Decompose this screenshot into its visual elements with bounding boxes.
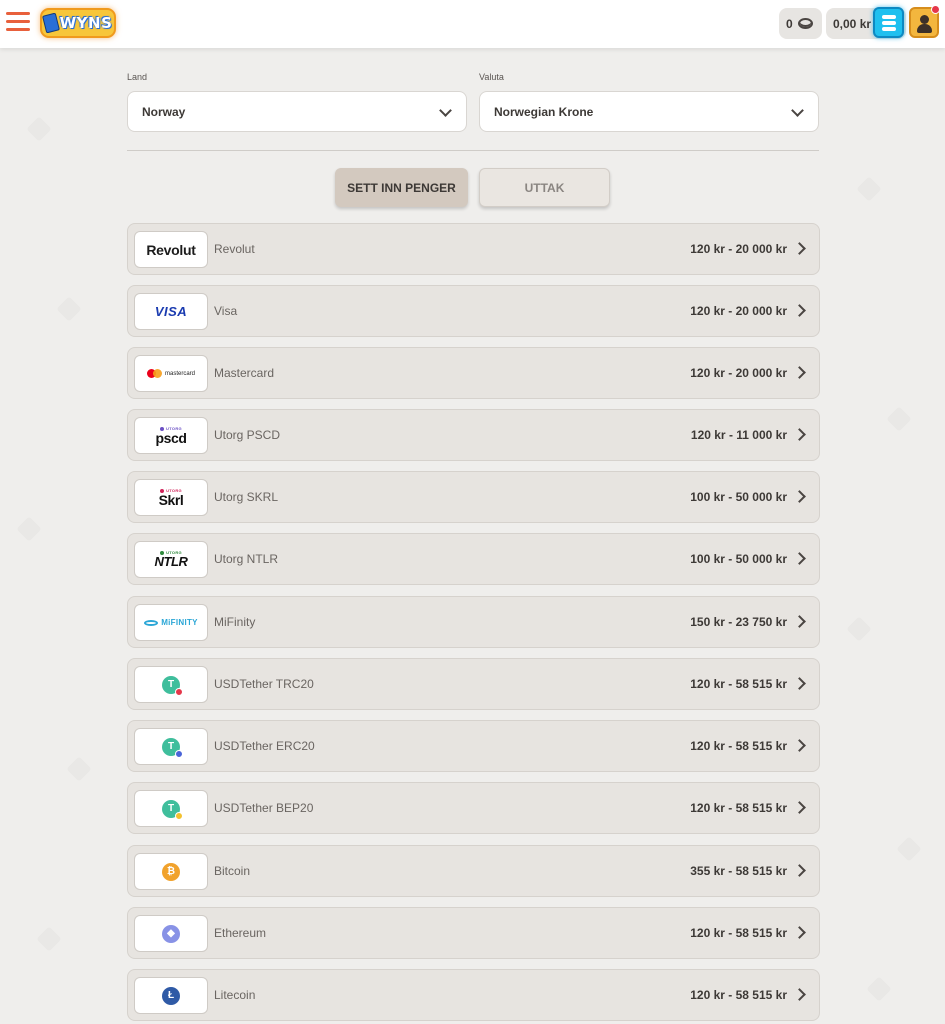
chevron-right-icon <box>793 615 806 628</box>
ethereum-logo: ◆ <box>134 915 208 952</box>
payment-method-limits: 100 kr - 50 000 kr <box>690 552 787 566</box>
usdt-trc20-logo: T <box>134 666 208 703</box>
wyns-logo[interactable]: WYNS <box>40 8 116 38</box>
payment-method-litecoin[interactable]: Ł Litecoin 120 kr - 58 515 kr <box>127 969 820 1021</box>
payment-method-name: Utorg SKRL <box>214 490 279 504</box>
divider <box>127 150 819 151</box>
chevron-right-icon <box>793 242 806 255</box>
payment-method-limits: 120 kr - 11 000 kr <box>690 428 787 442</box>
payment-method-name: USDTether ERC20 <box>214 739 315 753</box>
payment-method-name: Revolut <box>214 242 255 256</box>
payment-method-revolut[interactable]: Revolut Revolut 120 kr - 20 000 kr <box>127 223 820 275</box>
payment-method-limits: 120 kr - 58 515 kr <box>690 926 787 940</box>
user-icon <box>920 15 929 24</box>
chevron-right-icon <box>793 801 806 814</box>
payment-method-name: MiFinity <box>214 615 256 629</box>
payment-method-limits: 120 kr - 20 000 kr <box>690 304 787 318</box>
country-value: Norway <box>142 104 186 119</box>
payment-method-limits: 120 kr - 58 515 kr <box>690 739 787 753</box>
utorg-ntlr-logo: UTORG NTLR <box>134 541 208 578</box>
chevron-right-icon <box>793 490 806 503</box>
payment-method-limits: 100 kr - 50 000 kr <box>690 490 787 504</box>
bitcoin-icon: ₿ <box>162 862 180 881</box>
chevron-right-icon <box>793 926 806 939</box>
chevron-right-icon <box>793 864 806 877</box>
payment-method-usdt-bep20[interactable]: T USDTether BEP20 120 kr - 58 515 kr <box>127 782 820 834</box>
payment-method-name: Ethereum <box>214 926 267 940</box>
mifinity-wave-icon <box>144 619 159 626</box>
tether-icon: T <box>162 675 183 696</box>
payment-method-mifinity[interactable]: MiFINITY MiFinity 150 kr - 23 750 kr <box>127 596 820 648</box>
chevron-down-icon <box>439 104 452 117</box>
payment-method-name: Mastercard <box>214 366 275 380</box>
profile-button[interactable] <box>909 5 940 38</box>
chevron-right-icon <box>793 552 806 565</box>
mastercard-circles-icon <box>146 369 162 378</box>
mifinity-logo: MiFINITY <box>134 604 208 641</box>
coins-icon <box>797 18 813 29</box>
tether-icon: T <box>162 737 183 758</box>
payment-method-bitcoin[interactable]: ₿ Bitcoin 355 kr - 58 515 kr <box>127 845 820 897</box>
chevron-right-icon <box>793 677 806 690</box>
payment-method-limits: 120 kr - 58 515 kr <box>690 988 787 1002</box>
payment-method-name: Litecoin <box>214 988 256 1002</box>
visa-logo: VISA <box>134 293 208 330</box>
payment-method-name: Visa <box>214 304 238 318</box>
payment-method-mastercard[interactable]: mastercard Mastercard 120 kr - 20 000 kr <box>127 347 820 399</box>
payment-method-limits: 120 kr - 58 515 kr <box>690 677 787 691</box>
payment-method-limits: 120 kr - 58 515 kr <box>690 801 787 815</box>
tab-deposit[interactable]: SETT INN PENGER <box>335 168 468 207</box>
currency-label: Valuta <box>479 72 504 82</box>
chevron-right-icon <box>793 739 806 752</box>
wallet-coins-icon <box>881 14 896 19</box>
payment-method-usdt-trc20[interactable]: T USDTether TRC20 120 kr - 58 515 kr <box>127 658 820 710</box>
chevron-right-icon <box>793 366 806 379</box>
payment-method-name: Bitcoin <box>214 864 251 878</box>
payment-method-limits: 120 kr - 20 000 kr <box>690 366 787 380</box>
utorg-pscd-logo: UTORG pscd <box>134 417 208 454</box>
chevron-down-icon <box>791 104 804 117</box>
payment-method-utorg-skrl[interactable]: UTORG Skrl Utorg SKRL 100 kr - 50 000 kr <box>127 471 820 523</box>
litecoin-logo: Ł <box>134 977 208 1014</box>
revolut-logo: Revolut <box>134 231 208 268</box>
payment-method-visa[interactable]: VISA Visa 120 kr - 20 000 kr <box>127 285 820 337</box>
balance-value: 0,00 kr <box>833 16 872 31</box>
chevron-right-icon <box>793 988 806 1001</box>
litecoin-icon: Ł <box>162 986 180 1005</box>
tab-withdraw[interactable]: UTTAK <box>479 168 610 207</box>
usdt-bep20-logo: T <box>134 790 208 827</box>
payment-method-utorg-pscd[interactable]: UTORG pscd Utorg PSCD 120 kr - 11 000 kr <box>127 409 820 461</box>
country-label: Land <box>127 72 148 82</box>
chevron-right-icon <box>793 428 806 441</box>
chevron-right-icon <box>793 304 806 317</box>
ethereum-icon: ◆ <box>162 924 180 943</box>
top-bar: WYNS 0 0,00 kr <box>0 0 945 48</box>
bitcoin-logo: ₿ <box>134 853 208 890</box>
payment-method-name: USDTether BEP20 <box>214 801 314 815</box>
usdt-erc20-logo: T <box>134 728 208 765</box>
payment-method-utorg-ntlr[interactable]: UTORG NTLR Utorg NTLR 100 kr - 50 000 kr <box>127 533 820 585</box>
payment-method-limits: 120 kr - 20 000 kr <box>690 242 787 256</box>
tether-icon: T <box>162 799 183 820</box>
notification-badge <box>931 5 940 14</box>
payment-method-ethereum[interactable]: ◆ Ethereum 120 kr - 58 515 kr <box>127 907 820 959</box>
deposit-button[interactable] <box>873 7 904 38</box>
payment-method-limits: 150 kr - 23 750 kr <box>690 615 787 629</box>
country-select[interactable]: Norway <box>127 91 467 132</box>
mastercard-logo: mastercard <box>134 355 208 392</box>
payment-method-name: Utorg PSCD <box>214 428 281 442</box>
payment-method-name: Utorg NTLR <box>214 552 279 566</box>
utorg-skrl-logo: UTORG Skrl <box>134 479 208 516</box>
bonus-counter[interactable]: 0 <box>779 8 822 39</box>
logo-card-icon <box>41 12 60 34</box>
payment-method-name: USDTether TRC20 <box>214 677 314 691</box>
hamburger-icon[interactable] <box>6 12 30 34</box>
currency-value: Norwegian Krone <box>494 104 594 119</box>
bonus-value: 0 <box>786 16 793 31</box>
currency-select[interactable]: Norwegian Krone <box>479 91 819 132</box>
logo-text: WYNS <box>59 14 113 32</box>
payment-method-usdt-erc20[interactable]: T USDTether ERC20 120 kr - 58 515 kr <box>127 720 820 772</box>
payment-method-limits: 355 kr - 58 515 kr <box>690 864 787 878</box>
